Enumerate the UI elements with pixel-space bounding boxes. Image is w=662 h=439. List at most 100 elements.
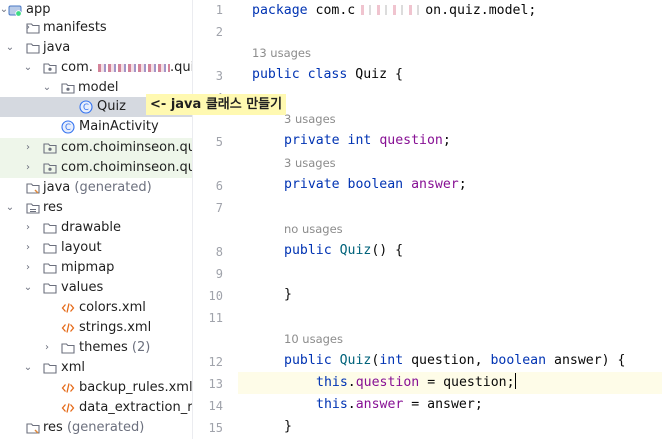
line-number: 6 bbox=[215, 179, 223, 193]
chevron-down-icon[interactable]: ⌄ bbox=[22, 278, 34, 298]
tree-label: values bbox=[61, 280, 104, 295]
tree-item-colors-xml[interactable]: colors.xml bbox=[0, 298, 193, 318]
code-line: private boolean answer; bbox=[284, 177, 467, 192]
generated-folder-icon bbox=[26, 183, 40, 194]
tree-item-res-generated[interactable]: res (generated) bbox=[0, 418, 193, 438]
tree-label: res bbox=[43, 200, 63, 215]
tree-item-xml[interactable]: ⌄ xml bbox=[0, 358, 193, 378]
tree-item-main-package[interactable]: ⌄ com. .qui bbox=[0, 58, 193, 78]
line-number: 15 bbox=[208, 421, 223, 435]
tree-item-test-package-1[interactable]: › com.choiminseon.qui bbox=[0, 138, 193, 158]
tree-label: Quiz bbox=[97, 99, 126, 114]
tree-item-java-generated[interactable]: java (generated) bbox=[0, 178, 193, 198]
line-number: 7 bbox=[215, 201, 223, 215]
tree-item-java[interactable]: ⌄ java bbox=[0, 38, 193, 58]
chevron-down-icon[interactable]: ⌄ bbox=[41, 78, 53, 98]
annotation-callout: <- java 클래스 만들기 bbox=[146, 94, 287, 115]
chevron-down-icon[interactable]: ⌄ bbox=[4, 38, 16, 58]
code-line: } bbox=[284, 419, 292, 434]
package-icon bbox=[43, 63, 57, 74]
package-icon bbox=[43, 163, 57, 174]
chevron-right-icon[interactable]: › bbox=[22, 218, 34, 238]
xml-file-icon bbox=[61, 303, 75, 313]
folder-icon bbox=[26, 43, 40, 54]
folder-icon bbox=[43, 263, 57, 274]
usages-hint[interactable]: 3 usages bbox=[284, 110, 336, 128]
xml-file-icon bbox=[61, 383, 75, 393]
line-number: 3 bbox=[215, 69, 223, 83]
code-line: } bbox=[284, 287, 292, 302]
tree-label: com.choiminseon.qui bbox=[61, 140, 193, 155]
res-folder-icon bbox=[26, 203, 40, 214]
tree-label: res (generated) bbox=[43, 420, 145, 435]
tree-label: strings.xml bbox=[79, 320, 152, 335]
generated-folder-icon bbox=[26, 423, 40, 434]
folder-icon bbox=[61, 343, 75, 354]
tree-item-backup-rules[interactable]: backup_rules.xml bbox=[0, 378, 193, 398]
chevron-right-icon[interactable]: › bbox=[41, 338, 53, 358]
code-line: this.answer = answer; bbox=[316, 397, 483, 412]
code-line: private int question; bbox=[284, 133, 451, 148]
text-caret bbox=[514, 373, 516, 389]
chevron-down-icon[interactable]: ⌄ bbox=[22, 358, 34, 378]
chevron-down-icon[interactable]: ⌄ bbox=[4, 198, 16, 218]
folder-icon bbox=[43, 363, 57, 374]
chevron-right-icon[interactable]: › bbox=[22, 138, 34, 158]
usages-hint[interactable]: 10 usages bbox=[284, 330, 343, 348]
tree-item-values[interactable]: ⌄ values bbox=[0, 278, 193, 298]
folder-icon bbox=[26, 23, 40, 34]
tree-label: manifests bbox=[43, 20, 107, 35]
folder-icon bbox=[43, 243, 57, 254]
usages-hint[interactable]: no usages bbox=[284, 220, 343, 238]
tree-item-themes[interactable]: › themes (2) bbox=[0, 338, 193, 358]
usages-hint[interactable]: 3 usages bbox=[284, 154, 336, 172]
code-line: public Quiz() { bbox=[284, 243, 404, 258]
code-line: public class Quiz { bbox=[252, 67, 403, 82]
line-number-gutter[interactable]: 1 2 3 4 5 6 7 8 9 10 11 12 13 14 15 bbox=[193, 0, 238, 439]
tree-item-test-package-2[interactable]: › com.choiminseon.qui bbox=[0, 158, 193, 178]
tree-item-drawable[interactable]: › drawable bbox=[0, 218, 193, 238]
tree-item-main-activity[interactable]: C MainActivity bbox=[0, 117, 193, 137]
line-number: 2 bbox=[215, 25, 223, 39]
tree-item-app[interactable]: ⌄ app bbox=[0, 0, 193, 20]
line-number: 9 bbox=[215, 267, 223, 281]
tree-label: data_extraction_ru bbox=[79, 400, 193, 415]
class-icon: C bbox=[79, 100, 93, 114]
xml-file-icon bbox=[61, 403, 75, 413]
tree-label: .qui bbox=[170, 60, 193, 75]
tree-item-layout[interactable]: › layout bbox=[0, 238, 193, 258]
project-tree: ⌄ app › manifests ⌄ java ⌄ com. .qui ⌄ m… bbox=[0, 0, 193, 439]
line-number: 8 bbox=[215, 245, 223, 259]
line-number: 13 bbox=[208, 377, 223, 391]
chevron-down-icon[interactable]: ⌄ bbox=[22, 58, 34, 78]
tree-item-res[interactable]: ⌄ res bbox=[0, 198, 193, 218]
code-editor[interactable]: package com.c on.quiz.model; 13 usages pu… bbox=[238, 0, 662, 439]
redaction-mark bbox=[98, 64, 170, 72]
tree-item-data-extraction[interactable]: data_extraction_ru bbox=[0, 398, 193, 418]
tree-item-manifests[interactable]: › manifests bbox=[0, 18, 193, 38]
tree-label: com.choiminseon.qui bbox=[61, 160, 193, 175]
line-number: 1 bbox=[215, 3, 223, 17]
code-line: package com.c on.quiz.model; bbox=[252, 3, 537, 18]
tree-label: model bbox=[78, 80, 119, 95]
chevron-right-icon[interactable]: › bbox=[22, 258, 34, 278]
redaction-mark bbox=[355, 5, 426, 15]
code-line: this.question = question; bbox=[316, 373, 516, 390]
tree-item-mipmap[interactable]: › mipmap bbox=[0, 258, 193, 278]
android-module-icon bbox=[8, 5, 22, 17]
tree-label: app bbox=[26, 2, 51, 17]
folder-icon bbox=[43, 283, 57, 294]
chevron-right-icon[interactable]: › bbox=[22, 238, 34, 258]
line-number: 5 bbox=[215, 135, 223, 149]
svg-text:C: C bbox=[83, 103, 89, 113]
chevron-right-icon[interactable]: › bbox=[22, 158, 34, 178]
tree-item-strings-xml[interactable]: strings.xml bbox=[0, 318, 193, 338]
usages-hint[interactable]: 13 usages bbox=[252, 44, 311, 62]
line-number: 14 bbox=[208, 399, 223, 413]
tree-label: xml bbox=[61, 360, 85, 375]
code-line: public Quiz(int question, boolean answer… bbox=[284, 353, 626, 368]
tree-label: com. bbox=[61, 60, 93, 75]
xml-file-icon bbox=[61, 323, 75, 333]
tree-label: java (generated) bbox=[43, 180, 152, 195]
tree-label: drawable bbox=[61, 220, 122, 235]
